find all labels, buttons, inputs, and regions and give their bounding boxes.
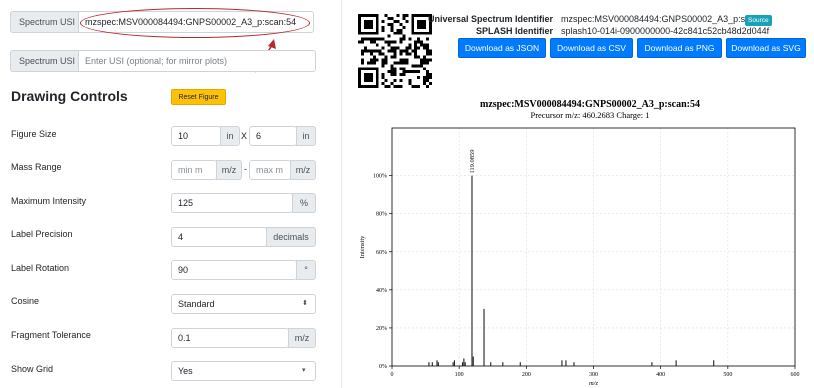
source-badge[interactable]: Source	[745, 15, 772, 26]
x-tick-label: 400	[656, 372, 665, 378]
cosine-select[interactable]: Standard	[171, 294, 316, 314]
fragment-tolerance-input[interactable]: 0.1	[171, 328, 289, 348]
label-rotation-input[interactable]: 90	[171, 260, 297, 280]
show-grid-label: Show Grid	[11, 364, 54, 374]
max-intensity-unit: %	[292, 193, 316, 213]
mass-range-label: Mass Range	[11, 162, 62, 172]
x-tick-label: 100	[455, 372, 464, 378]
y-tick-label: 60%	[376, 250, 387, 256]
mass-max-input[interactable]: max m	[249, 160, 291, 180]
mass-min-unit: m/z	[216, 160, 242, 180]
figure-height-input[interactable]: 6	[249, 126, 297, 146]
max-intensity-label: Maximum Intensity	[11, 196, 87, 206]
mass-range-separator: -	[244, 164, 247, 174]
label-precision-input[interactable]: 4	[171, 227, 267, 247]
peak-annotation-label: 119.0859	[469, 149, 476, 173]
x-tick-label: 300	[589, 372, 598, 378]
y-tick-label: 40%	[376, 288, 387, 294]
y-tick-label: 20%	[376, 326, 387, 332]
mirror-usi-input-group: Spectrum USI Enter USI (optional; for mi…	[10, 50, 316, 72]
splash-identifier-label: SPLASH Identifier	[475, 26, 553, 36]
plot-frame	[391, 127, 796, 367]
x-axis-label: m/z	[589, 380, 599, 387]
mass-max-unit: m/z	[290, 160, 316, 180]
panel-divider	[341, 0, 342, 388]
fragment-tolerance-unit: m/z	[288, 328, 316, 348]
usi-label: Spectrum USI	[10, 11, 78, 33]
download-svg-button[interactable]: Download as SVG	[726, 38, 806, 58]
spectrum-plot: 0 100 200 300 400 500 600 0% 20% 40% 60% 80% 100% m/z…	[359, 127, 800, 387]
label-precision-label: Label Precision	[11, 229, 73, 239]
label-precision-unit: decimals	[266, 227, 316, 247]
y-axis-label: Intensity	[359, 235, 366, 258]
figure-height-unit: in	[296, 126, 316, 146]
show-grid-select-arrow-icon: ▾	[302, 367, 306, 374]
max-intensity-input[interactable]: 125	[171, 193, 293, 213]
y-tick-label: 100%	[373, 174, 387, 180]
x-tick-label: 600	[791, 372, 800, 378]
cosine-select-arrow-icon: ⬍	[302, 300, 308, 307]
figure-width-input[interactable]: 10	[171, 126, 221, 146]
mirror-usi-input[interactable]: Enter USI (optional; for mirror plots)	[78, 50, 316, 72]
y-tick-label: 0%	[379, 364, 387, 370]
drawing-controls-heading: Drawing Controls	[11, 88, 128, 104]
usi-identifier-value: mzspec:MSV000084494:GNPS00002_A3_p:scan:…	[561, 14, 773, 24]
reset-figure-button[interactable]: Reset Figure	[171, 89, 226, 105]
fragment-tolerance-label: Fragment Tolerance	[11, 330, 91, 340]
x-tick-label: 500	[723, 372, 732, 378]
show-grid-select[interactable]: Yes	[171, 361, 316, 381]
plot-title: mzspec:MSV000084494:GNPS00002_A3_p:scan:…	[480, 99, 700, 110]
usi-highlight-oval	[80, 8, 310, 38]
download-png-button[interactable]: Download as PNG	[637, 38, 722, 58]
label-rotation-unit: °	[296, 260, 316, 280]
splash-identifier-value: splash10-014i-0900000000-42c841c52cb48d2…	[561, 26, 770, 36]
y-tick-label: 80%	[376, 212, 387, 218]
mirror-usi-label: Spectrum USI	[10, 50, 78, 72]
figure-width-unit: in	[220, 126, 240, 146]
usi-identifier-label: Universal Spectrum Identifier	[427, 14, 553, 24]
x-tick-label: 200	[522, 372, 531, 378]
figure-size-separator: X	[241, 131, 248, 141]
cosine-label: Cosine	[11, 296, 40, 306]
download-csv-button[interactable]: Download as CSV	[550, 38, 633, 58]
figure-size-label: Figure Size	[11, 129, 57, 139]
x-tick-label: 0	[391, 372, 394, 378]
download-json-button[interactable]: Download as JSON	[458, 38, 546, 58]
left-panel: Spectrum USI mzspec:MSV000084494:GNPS000…	[0, 0, 330, 388]
mass-min-input[interactable]: min m	[171, 160, 217, 180]
label-rotation-label: Label Rotation	[11, 263, 70, 273]
